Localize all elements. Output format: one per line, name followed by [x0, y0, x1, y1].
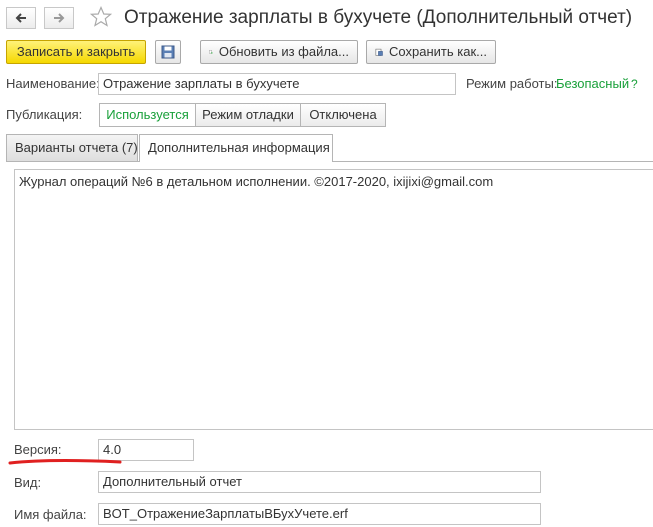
- back-button[interactable]: [6, 7, 36, 29]
- save-as-label: Сохранить как...: [389, 44, 487, 59]
- update-from-file-label: Обновить из файла...: [218, 44, 349, 59]
- floppy-disk-icon: [161, 45, 175, 59]
- kind-field[interactable]: Дополнительный отчет: [98, 471, 541, 493]
- publication-label: Публикация:: [6, 107, 83, 122]
- red-underline-annotation: [8, 459, 122, 465]
- version-label: Версия:: [14, 442, 62, 457]
- update-from-file-button[interactable]: Обновить из файла...: [200, 40, 358, 64]
- publication-option-debug[interactable]: Режим отладки: [195, 103, 301, 127]
- name-field[interactable]: Отражение зарплаты в бухучете: [98, 73, 456, 95]
- save-as-icon: [375, 48, 383, 56]
- name-label: Наименование:: [6, 76, 100, 91]
- save-as-button[interactable]: Сохранить как...: [366, 40, 496, 64]
- star-icon[interactable]: [90, 6, 112, 28]
- mode-label: Режим работы:: [466, 76, 558, 91]
- publication-option-used[interactable]: Используется: [99, 103, 196, 127]
- mode-value-link[interactable]: Безопасный: [556, 75, 629, 93]
- arrow-left-icon: [15, 13, 26, 23]
- page-title: Отражение зарплаты в бухучете (Дополните…: [124, 7, 633, 28]
- tab-additional-info[interactable]: Дополнительная информация: [139, 134, 333, 162]
- document-refresh-icon: [209, 50, 213, 54]
- forward-button[interactable]: [44, 7, 74, 29]
- save-button[interactable]: [155, 40, 181, 64]
- help-icon[interactable]: ?: [631, 75, 638, 93]
- info-textarea[interactable]: Журнал операций №6 в детальном исполнени…: [14, 169, 653, 430]
- arrow-right-icon: [54, 13, 65, 23]
- save-and-close-button[interactable]: Записать и закрыть: [6, 40, 146, 64]
- kind-label: Вид:: [14, 475, 42, 490]
- file-name-label: Имя файла:: [14, 507, 87, 522]
- tab-report-variants[interactable]: Варианты отчета (7): [6, 134, 138, 161]
- publication-option-disabled[interactable]: Отключена: [300, 103, 386, 127]
- file-name-field[interactable]: BOT_ОтражениеЗарплатыВБухУчете.erf: [98, 503, 541, 525]
